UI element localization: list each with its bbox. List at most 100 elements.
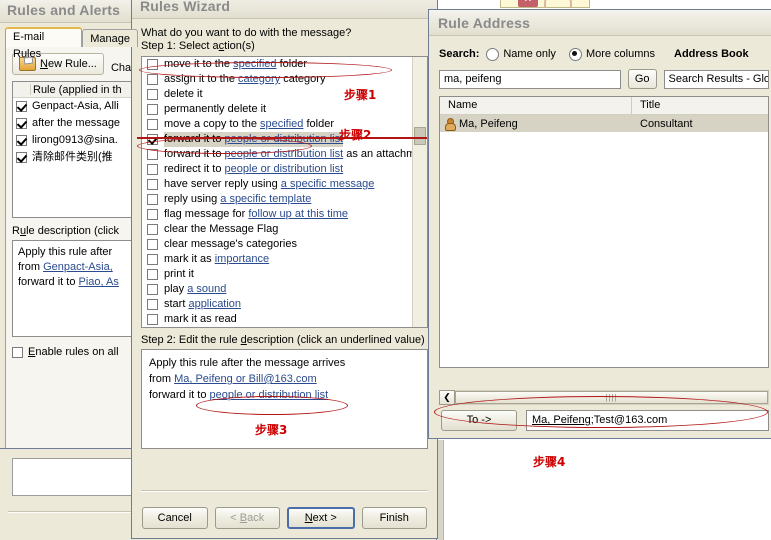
action-value-link[interactable]: specified — [260, 118, 303, 130]
tab-email-rules[interactable]: E-mail Rules — [5, 27, 83, 60]
action-value-link[interactable]: a sound — [187, 283, 226, 295]
action-row[interactable]: clear message's categories — [142, 237, 427, 252]
action-checkbox[interactable] — [147, 104, 158, 115]
action-checkbox[interactable] — [147, 164, 158, 175]
rule-checkbox[interactable] — [16, 135, 27, 146]
action-row[interactable]: reply using a specific template — [142, 192, 427, 207]
action-value-link[interactable]: people or distribution list — [225, 163, 344, 175]
action-row[interactable]: move it to the specified folder — [142, 57, 427, 72]
change-rule-button[interactable]: Cha — [111, 62, 131, 74]
new-rule-label: New Rule... — [40, 58, 97, 70]
enable-rules-label: Enable rules on all — [28, 346, 119, 358]
back-button[interactable]: < Back — [214, 507, 280, 529]
rule-description-link[interactable]: Ma, Peifeng or Bill@163.com — [174, 373, 317, 385]
action-row[interactable]: clear the Message Flag — [142, 222, 427, 237]
scroll-left-icon[interactable]: ❮ — [439, 390, 455, 405]
action-row[interactable]: mark it as read — [142, 312, 427, 327]
next-button[interactable]: Next > — [287, 507, 355, 529]
action-value-link[interactable]: application — [188, 298, 241, 310]
action-value-link[interactable]: follow up at this time — [248, 208, 348, 220]
action-row[interactable]: flag message for follow up at this time — [142, 207, 427, 222]
action-checkbox[interactable] — [147, 254, 158, 265]
action-row[interactable]: permanently delete it — [142, 102, 427, 117]
rule-description-link[interactable]: Piao, As — [79, 276, 119, 288]
hscroll-track[interactable]: |||| — [455, 390, 769, 405]
rule-description-link[interactable]: Genpact-Asia, — [43, 261, 113, 273]
to-button[interactable]: To -> — [441, 410, 517, 431]
action-list[interactable]: move it to the specified folder assign it… — [141, 56, 428, 328]
action-checkbox[interactable] — [147, 74, 158, 85]
scrollbar-thumb[interactable] — [414, 127, 426, 145]
rule-description-link[interactable]: people or distribution list — [210, 389, 329, 401]
action-checkbox[interactable] — [147, 284, 158, 295]
hscroll-thumb[interactable]: |||| — [455, 391, 768, 404]
action-row[interactable]: print it — [142, 267, 427, 282]
action-list-scrollbar[interactable] — [412, 57, 427, 327]
action-row[interactable]: move a copy to the specified folder — [142, 117, 427, 132]
action-label: print it — [164, 267, 194, 282]
action-checkbox[interactable] — [147, 314, 158, 325]
tab-manage[interactable]: Manage — [82, 29, 138, 47]
cancel-button[interactable]: Cancel — [142, 507, 208, 529]
column-header-title[interactable]: Title — [632, 97, 768, 114]
action-label: reply using a specific template — [164, 192, 311, 207]
enable-rules-checkbox[interactable] — [12, 346, 23, 358]
address-book-select[interactable]: Search Results - Glo — [663, 69, 769, 89]
rule-label: Genpact-Asia, Alli — [32, 100, 119, 112]
action-checkbox[interactable] — [147, 224, 158, 235]
action-row[interactable]: forward it to people or distribution lis… — [142, 147, 427, 162]
search-results-list[interactable]: Name Title Ma, Peifeng Consultant — [439, 96, 769, 368]
action-checkbox[interactable] — [147, 269, 158, 280]
rule-description-lines: Apply this rule after the message arrive… — [149, 355, 420, 403]
action-row[interactable]: mark it as importance — [142, 252, 427, 267]
action-value-link[interactable]: people or distribution list — [225, 133, 344, 145]
person-icon — [445, 118, 456, 131]
screenshot-root: ✕ Rules and Alerts E-mail Rules Manage N… — [0, 0, 771, 540]
rule-description-line: Apply this rule after the message arrive… — [149, 355, 420, 371]
radio-name-only[interactable]: Name only — [486, 47, 556, 61]
annotation-step4: 步骤4 — [533, 455, 566, 469]
radio-name-only-button[interactable] — [486, 47, 500, 61]
action-checkbox[interactable] — [147, 59, 158, 70]
action-value-link[interactable]: a specific template — [220, 193, 311, 205]
list-item[interactable]: Ma, Peifeng Consultant — [440, 115, 768, 132]
action-checkbox[interactable] — [147, 209, 158, 220]
action-checkbox[interactable] — [147, 299, 158, 310]
action-row[interactable]: play a sound — [142, 282, 427, 297]
rule-description-text: forward it to — [149, 389, 210, 401]
go-button[interactable]: Go — [627, 69, 657, 89]
action-checkbox[interactable] — [147, 119, 158, 130]
search-input[interactable]: ma, peifeng — [439, 69, 621, 89]
rule-checkbox[interactable] — [16, 101, 27, 112]
rule-checkbox[interactable] — [16, 118, 27, 129]
column-header-name[interactable]: Name — [440, 97, 632, 114]
action-row[interactable]: have server reply using a specific messa… — [142, 177, 427, 192]
action-row[interactable]: start application — [142, 297, 427, 312]
action-value-link[interactable]: importance — [215, 253, 269, 265]
finish-button[interactable]: Finish — [361, 507, 427, 529]
action-checkbox[interactable] — [147, 194, 158, 205]
action-checkbox[interactable] — [147, 149, 158, 160]
action-label: permanently delete it — [164, 102, 266, 117]
close-icon[interactable]: ✕ — [518, 0, 538, 7]
action-row[interactable]: assign it to the category category — [142, 72, 427, 87]
action-row[interactable]: delete it — [142, 87, 427, 102]
action-value-link[interactable]: specified — [233, 58, 276, 70]
radio-more-columns-button[interactable] — [568, 47, 582, 61]
action-checkbox[interactable] — [147, 179, 158, 190]
action-value-link[interactable]: a specific message — [281, 178, 375, 190]
action-checkbox[interactable] — [147, 239, 158, 250]
results-horizontal-scrollbar[interactable]: ❮ |||| — [439, 390, 769, 405]
background-window-fragment: ✕ — [500, 0, 590, 8]
action-row[interactable]: redirect it to people or distribution li… — [142, 162, 427, 177]
action-text: forward it to — [164, 133, 225, 145]
rule-checkbox[interactable] — [16, 152, 27, 163]
action-text: folder — [276, 58, 308, 70]
action-checkbox[interactable] — [147, 89, 158, 100]
radio-more-columns[interactable]: More columns — [568, 47, 655, 61]
action-row[interactable]: forward it to people or distribution lis… — [142, 132, 427, 147]
action-value-link[interactable]: category — [238, 73, 280, 85]
action-checkbox[interactable] — [147, 134, 158, 145]
to-field[interactable]: Ma, Peifeng;Test@163.com — [526, 410, 769, 431]
action-value-link[interactable]: people or distribution list — [225, 148, 344, 160]
